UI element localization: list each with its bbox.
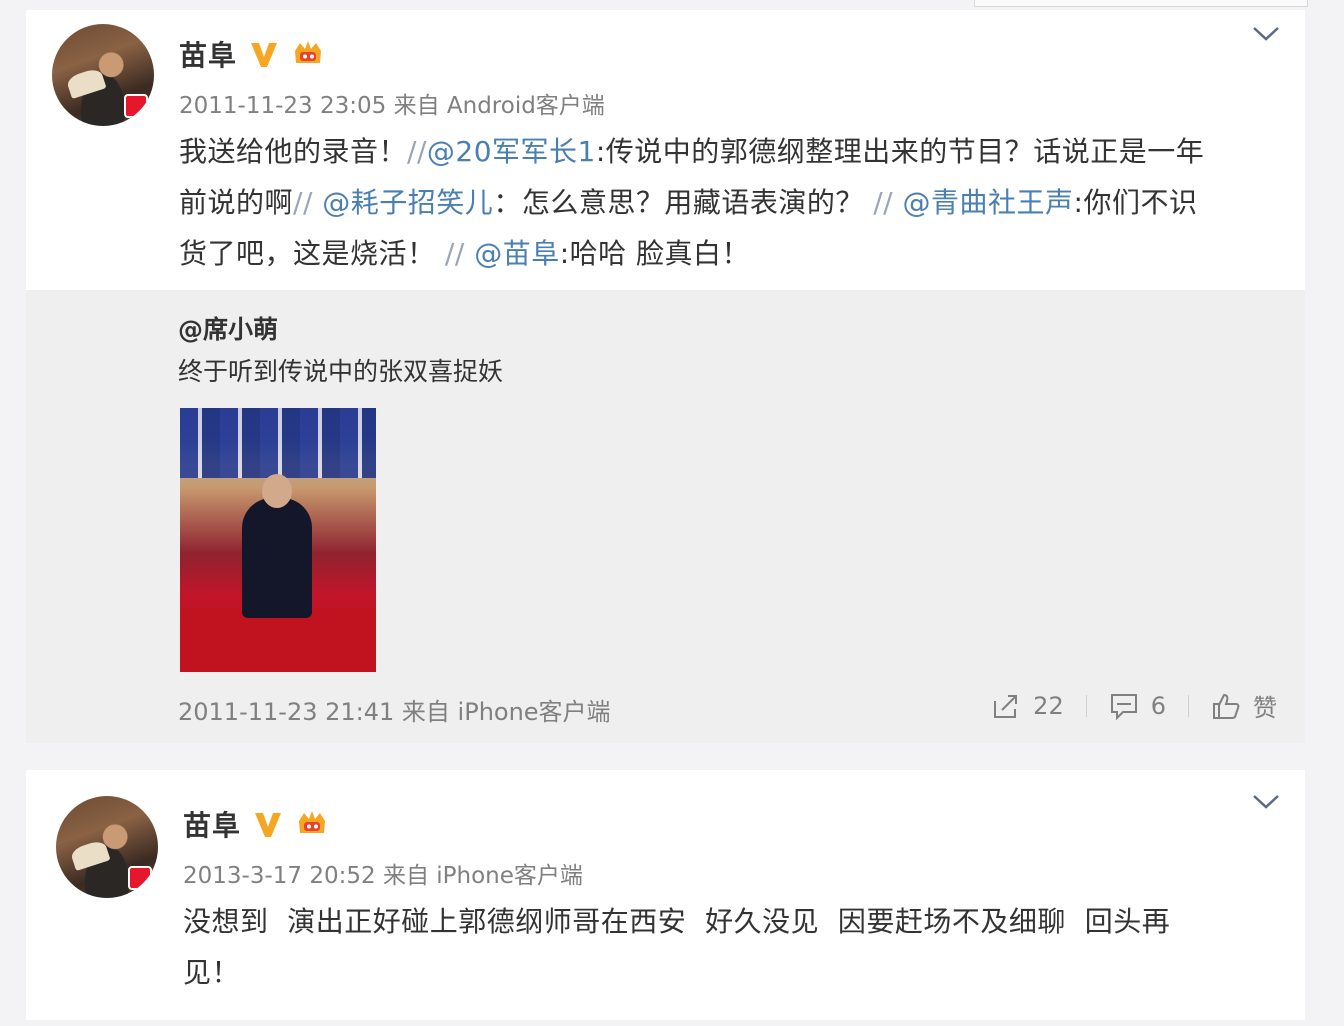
comment-count: 6 <box>1150 691 1166 720</box>
share-button[interactable]: 22 <box>991 691 1064 721</box>
mention-link[interactable]: @青曲社王声 <box>903 186 1074 219</box>
chevron-down-icon[interactable] <box>1252 794 1280 810</box>
timestamp[interactable]: 2013-3-17 20:52 <box>183 863 376 889</box>
post-meta: 2013-3-17 20:52 来自 iPhone客户端 <box>183 856 583 890</box>
post-line-2: 见！ <box>183 956 241 989</box>
crown-icon <box>295 41 322 63</box>
name-row: 苗阜 <box>183 804 329 844</box>
repost-source: 来自 iPhone客户端 <box>401 698 611 726</box>
post-line-3: 货了吧，这是烧活！ // @苗阜:哈哈 脸真白！ <box>179 228 1289 279</box>
crown-icon <box>299 811 326 833</box>
action-divider <box>1085 694 1087 717</box>
mention-link[interactable]: @20军军长1 <box>427 135 596 168</box>
text-segment: 前说的啊 <box>179 186 294 219</box>
text-segment: :哈哈 脸真白！ <box>559 237 751 270</box>
text-segment: :你们不识 <box>1073 186 1198 219</box>
share-icon <box>994 694 1018 718</box>
top-bar-fragment <box>974 0 1308 7</box>
text-segment: 我送给他的录音！ <box>179 135 408 168</box>
verified-v-icon <box>251 43 278 67</box>
repost-text: 终于听到传说中的张双喜捉妖 <box>178 357 504 386</box>
mention-link[interactable]: @苗阜 <box>474 237 560 270</box>
repost-separator: // <box>293 186 313 219</box>
comment-button[interactable]: 6 <box>1109 691 1166 721</box>
text-segment: :传说中的郭德纲整理出来的节目？话说正是一年 <box>595 135 1205 168</box>
repost-actions: 22 6 赞 <box>991 688 1277 723</box>
user-name[interactable]: 苗阜 <box>179 34 237 74</box>
post-line-1: 我送给他的录音！//@20军军长1:传说中的郭德纲整理出来的节目？话说正是一年 <box>179 126 1289 177</box>
like-label: 赞 <box>1253 694 1277 722</box>
comment-icon <box>1110 693 1137 720</box>
post-text: 我送给他的录音！//@20军军长1:传说中的郭德纲整理出来的节目？话说正是一年 … <box>179 126 1289 279</box>
post-meta: 2011-11-23 23:05 来自 Android客户端 <box>179 86 605 120</box>
text-segment: ：怎么意思？用藏语表演的？ <box>493 186 864 219</box>
repost-timestamp[interactable]: 2011-11-23 21:41 <box>178 698 394 726</box>
weibo-post-2: 苗阜 2013-3-17 20:52 来自 iPhone客户端 没想到 演出正好… <box>26 770 1305 1020</box>
avatar[interactable] <box>52 24 154 126</box>
repost-user[interactable]: @席小萌 <box>178 310 278 346</box>
post-line-1: 没想到 演出正好碰上郭德纲师哥在西安 好久没见 因要赶场不及细聊 回头再 <box>183 905 1171 938</box>
repost-separator: // <box>407 135 427 168</box>
source: 来自 iPhone客户端 <box>382 863 583 889</box>
repost-image-thumbnail[interactable] <box>180 408 376 672</box>
name-row: 苗阜 <box>179 34 325 74</box>
share-count: 22 <box>1033 691 1064 720</box>
repost-separator: // <box>444 237 465 270</box>
user-name[interactable]: 苗阜 <box>183 804 241 844</box>
avatar[interactable] <box>56 796 158 898</box>
timestamp[interactable]: 2011-11-23 23:05 <box>179 93 386 119</box>
action-divider <box>1188 694 1189 717</box>
like-button[interactable]: 赞 <box>1211 688 1277 723</box>
text-segment: 货了吧，这是烧活！ <box>179 237 436 270</box>
source: 来自 Android客户端 <box>393 93 605 119</box>
mention-link[interactable]: @耗子招笑儿 <box>322 186 493 219</box>
repost-separator: // <box>873 186 894 219</box>
verified-v-icon <box>255 813 282 837</box>
like-icon <box>1213 693 1240 719</box>
post-line-2: 前说的啊// @耗子招笑儿：怎么意思？用藏语表演的？ // @青曲社王声:你们不… <box>179 177 1289 228</box>
post-text: 没想到 演出正好碰上郭德纲师哥在西安 好久没见 因要赶场不及细聊 回头再 见！ <box>183 896 1283 998</box>
reposted-content: @席小萌 终于听到传说中的张双喜捉妖 2011-11-23 21:41 来自 i… <box>26 290 1305 743</box>
chevron-down-icon[interactable] <box>1252 26 1280 42</box>
repost-meta: 2011-11-23 21:41 来自 iPhone客户端 <box>178 692 611 727</box>
